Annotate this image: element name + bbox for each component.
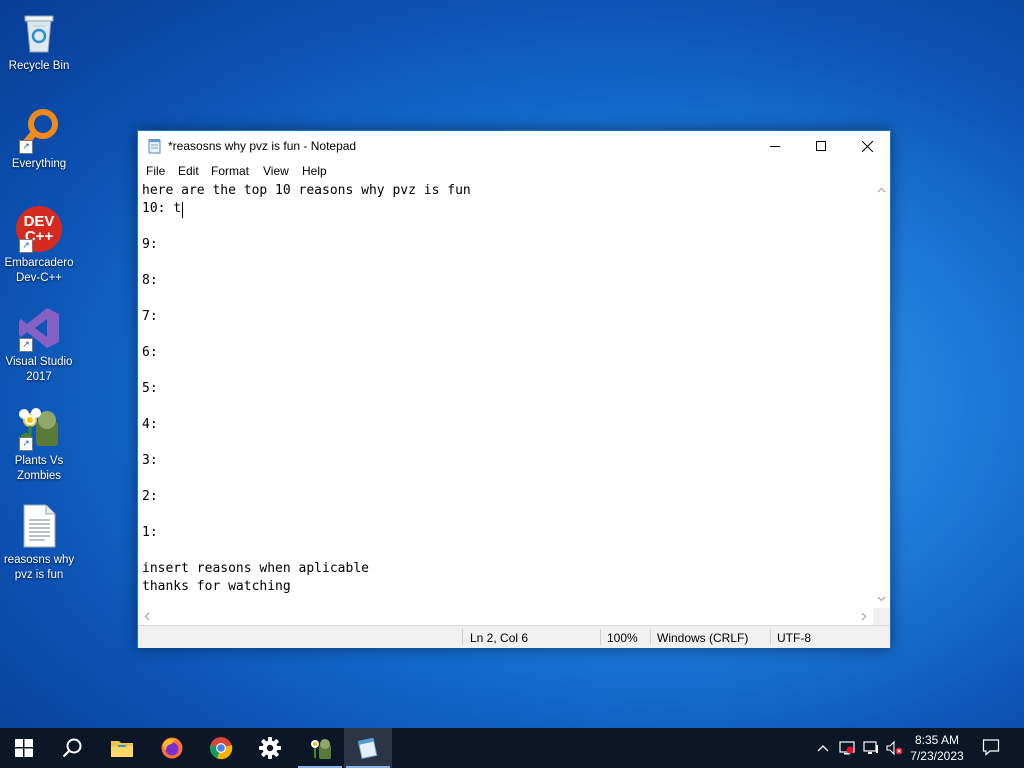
shortcut-arrow-icon: ↗ xyxy=(19,437,33,451)
menu-bar: File Edit Format View Help xyxy=(138,161,890,181)
menu-view[interactable]: View xyxy=(263,164,289,178)
menu-help[interactable]: Help xyxy=(302,164,327,178)
text-line: 1: xyxy=(142,525,158,540)
text-line: 4: xyxy=(142,417,158,432)
search-button[interactable] xyxy=(48,728,96,768)
notepad-window: *reasosns why pvz is fun - Notepad File … xyxy=(137,130,891,648)
text-line: 9: xyxy=(142,237,158,252)
text-line: thanks for watching xyxy=(142,579,291,594)
desktop-icon-label: Visual Studio 2017 xyxy=(5,356,73,383)
text-line: 10: t xyxy=(142,201,182,216)
taskbar-firefox[interactable] xyxy=(148,728,196,768)
scroll-down-icon[interactable] xyxy=(873,593,890,605)
text-line: 6: xyxy=(142,345,158,360)
text-line: 3: xyxy=(142,453,158,468)
text-line: 5: xyxy=(142,381,158,396)
folder-icon xyxy=(111,741,133,757)
windows-logo-icon xyxy=(15,739,33,757)
desktop-icon-label: Recycle Bin xyxy=(8,60,70,72)
taskbar-plants-vs-zombies[interactable] xyxy=(296,728,344,768)
firefox-icon xyxy=(161,737,183,759)
desktop-icon-everything[interactable]: ↗ Everything xyxy=(0,106,78,172)
scroll-up-icon[interactable] xyxy=(873,184,890,196)
shortcut-arrow-icon: ↗ xyxy=(19,338,33,352)
scroll-left-icon[interactable] xyxy=(141,608,153,625)
taskbar-settings[interactable] xyxy=(246,728,294,768)
tray-network-icon[interactable] xyxy=(862,740,880,756)
maximize-icon xyxy=(816,141,826,151)
status-separator xyxy=(600,629,601,645)
desktop-icon-label: Everything xyxy=(11,158,67,170)
visual-studio-icon: ↗ xyxy=(15,304,63,352)
shortcut-arrow-icon: ↗ xyxy=(19,239,33,253)
close-button[interactable] xyxy=(844,131,890,161)
menu-edit[interactable]: Edit xyxy=(178,164,199,178)
text-file-icon xyxy=(15,502,63,550)
desktop-icon-plants-vs-zombies[interactable]: ↗ Plants Vs Zombies xyxy=(0,403,78,484)
show-hidden-icons-button[interactable] xyxy=(816,740,830,756)
status-separator xyxy=(462,629,463,645)
shortcut-arrow-icon: ↗ xyxy=(19,140,33,154)
clock-time: 8:35 AM xyxy=(914,733,960,747)
notepad-icon xyxy=(357,737,378,760)
text-line: insert reasons when aplicable xyxy=(142,561,369,576)
close-icon xyxy=(861,140,873,152)
desktop-icon-label: Plants Vs Zombies xyxy=(14,455,64,482)
horizontal-scrollbar[interactable] xyxy=(138,608,873,625)
text-caret xyxy=(182,202,183,218)
search-icon xyxy=(62,738,82,758)
clock[interactable]: 8:35 AM 7/23/2023 xyxy=(904,732,970,764)
status-encoding: UTF-8 xyxy=(777,631,811,645)
tray-volume-icon[interactable] xyxy=(885,740,905,756)
vertical-scrollbar[interactable] xyxy=(873,181,890,608)
desktop-icon-text-file[interactable]: reasosns why pvz is fun xyxy=(0,502,78,583)
taskbar-chrome[interactable] xyxy=(197,728,245,768)
network-icon xyxy=(863,741,878,754)
taskbar: 8:35 AM 7/23/2023 xyxy=(0,728,1024,768)
plants-vs-zombies-icon: ↗ xyxy=(15,403,63,451)
text-line: 8: xyxy=(142,273,158,288)
start-button[interactable] xyxy=(0,728,48,768)
maximize-button[interactable] xyxy=(798,131,844,161)
dev-cpp-icon: DEV C++ ↗ xyxy=(15,205,63,253)
minimize-icon xyxy=(770,146,780,147)
chrome-icon xyxy=(210,737,233,760)
desktop-icon-dev-cpp[interactable]: DEV C++ ↗ Embarcadero Dev-C++ xyxy=(0,205,78,286)
status-separator xyxy=(770,629,771,645)
window-title: *reasosns why pvz is fun - Notepad xyxy=(168,139,357,153)
taskbar-file-explorer[interactable] xyxy=(98,728,146,768)
taskbar-notepad[interactable] xyxy=(344,728,392,768)
text-editor[interactable]: here are the top 10 reasons why pvz is f… xyxy=(138,181,873,608)
recycle-bin-icon xyxy=(15,8,63,56)
status-bar: Ln 2, Col 6 100% Windows (CRLF) UTF-8 xyxy=(138,625,890,648)
status-cursor-position: Ln 2, Col 6 xyxy=(470,631,529,645)
display-warning-icon xyxy=(839,741,855,755)
text-line: 7: xyxy=(142,309,158,324)
volume-muted-icon xyxy=(886,740,903,756)
minimize-button[interactable] xyxy=(752,131,798,161)
chevron-up-icon xyxy=(817,745,829,752)
menu-file[interactable]: File xyxy=(146,164,165,178)
clock-date: 7/23/2023 xyxy=(910,749,964,763)
scroll-right-icon[interactable] xyxy=(858,608,870,625)
notepad-icon xyxy=(147,138,163,159)
status-separator xyxy=(650,629,651,645)
status-zoom: 100% xyxy=(607,631,638,645)
desktop-icon-recycle-bin[interactable]: Recycle Bin xyxy=(0,8,78,74)
desktop-icon-label: Embarcadero Dev-C++ xyxy=(4,257,74,284)
scrollbar-corner xyxy=(873,608,890,625)
desktop-icon-label: reasosns why pvz is fun xyxy=(3,554,75,581)
tray-security-icon[interactable] xyxy=(838,740,856,756)
text-line: 2: xyxy=(142,489,158,504)
notification-icon xyxy=(982,739,1000,756)
gear-icon xyxy=(259,737,281,759)
status-line-ending: Windows (CRLF) xyxy=(657,631,749,645)
everything-search-icon: ↗ xyxy=(15,106,63,154)
text-line: here are the top 10 reasons why pvz is f… xyxy=(142,183,471,198)
desktop-icon-visual-studio[interactable]: ↗ Visual Studio 2017 xyxy=(0,304,78,385)
plants-vs-zombies-icon xyxy=(311,739,331,759)
action-center-button[interactable] xyxy=(980,739,1002,756)
menu-format[interactable]: Format xyxy=(211,164,249,178)
title-bar[interactable]: *reasosns why pvz is fun - Notepad xyxy=(138,131,890,161)
